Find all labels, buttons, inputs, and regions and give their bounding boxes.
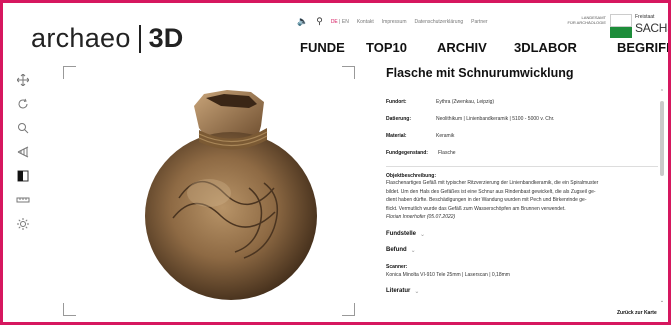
scanner-info: Scanner: Konica Minolta VI-910 Tele 25mm… <box>386 263 658 279</box>
flag-icon <box>610 14 632 38</box>
link-kontakt[interactable]: Kontakt <box>357 19 374 25</box>
meta-label: Fundort: <box>386 98 407 105</box>
sachsen-seal[interactable]: LANDESAMT FÜR ARCHÄOLOGIE Freistaat SACH… <box>566 12 668 40</box>
zoom-icon[interactable] <box>13 119 33 136</box>
description-line: dient haben dürfte. Beschädigungen in de… <box>386 197 587 203</box>
description-text: Flaschenartiges Gefäß mit typischer Ritz… <box>386 179 648 222</box>
scroll-down-icon[interactable]: ⌄ <box>659 298 665 304</box>
scroll-up-icon[interactable]: ⌃ <box>659 89 665 95</box>
section-label: Fundstelle <box>386 231 417 237</box>
viewer-corner <box>342 303 355 316</box>
logo[interactable]: archaeo 3D <box>31 23 183 54</box>
meta-value: Neolithikum | Linienbandkeramik | 5100 -… <box>436 115 555 122</box>
app-frame: archaeo 3D 🔈 ⚲ DE | EN Kontakt Impressum… <box>0 0 671 325</box>
section-fundstelle[interactable]: Fundstelle ⌄ <box>386 231 658 238</box>
lang-en[interactable]: EN <box>342 19 349 25</box>
link-datenschutz[interactable]: Datenschutzerklärung <box>415 19 464 25</box>
description-line: flickt. Vermutlich wurde das Gefäß zum W… <box>386 205 566 212</box>
section-literatur[interactable]: Literatur ⌄ <box>386 288 658 295</box>
chevron-down-icon: ⌄ <box>420 231 426 238</box>
light-icon[interactable] <box>13 215 33 232</box>
nav-begriffe[interactable]: BEGRIFFE <box>617 40 668 55</box>
nav-funde[interactable]: FUNDE <box>300 40 366 55</box>
archaeologie-label: FÜR ARCHÄOLOGIE <box>567 20 606 25</box>
viewer-corner <box>63 303 76 316</box>
lang-separator: | <box>339 18 341 25</box>
link-partner[interactable]: Partner <box>471 19 487 25</box>
logo-divider <box>138 24 141 53</box>
contrast-icon[interactable] <box>13 167 33 184</box>
meta-label: Fundgegenstand: <box>386 149 428 156</box>
section-label: Literatur <box>386 288 411 294</box>
section-label: Befund <box>386 247 407 253</box>
description-line: bildet. Um den Hals des Gefäßes ist eine… <box>386 188 596 195</box>
rotate-icon[interactable] <box>13 95 33 112</box>
search-icon[interactable]: ⚲ <box>316 16 323 27</box>
meta-value: Eythra (Zwenkau, Leipzig) <box>436 98 495 105</box>
chevron-down-icon: ⌄ <box>410 247 416 254</box>
meta-label: Material: <box>386 132 407 139</box>
audio-icon[interactable]: 🔈 <box>297 16 308 27</box>
logo-text-3d: 3D <box>148 23 184 53</box>
main-nav: FUNDE TOP10 ARCHIV 3DLABOR BEGRIFFE <box>300 40 668 55</box>
language-switch: DE | EN <box>331 19 349 25</box>
measure-icon[interactable] <box>13 191 33 208</box>
meta-row-datierung: Datierung: Neolithikum | Linienbandkeram… <box>386 110 658 127</box>
lang-de[interactable]: DE <box>331 19 338 25</box>
chevron-down-icon: ⌄ <box>414 288 420 295</box>
viewer-corner <box>342 66 355 79</box>
freistaat-label: Freistaat <box>635 14 655 20</box>
nav-3dlabor[interactable]: 3DLABOR <box>514 40 617 55</box>
meta-label: Datierung: <box>386 115 411 122</box>
scanner-label: Scanner: <box>386 263 408 270</box>
utility-bar: 🔈 ⚲ DE | EN Kontakt Impressum Datenschut… <box>297 16 488 27</box>
meta-row-fundort: Fundort: Eythra (Zwenkau, Leipzig) <box>386 93 658 110</box>
meta-value: Keramik <box>436 132 455 139</box>
panel-scrollbar[interactable]: ⌃ ⌄ <box>659 89 665 304</box>
meta-row-fundgegenstand: Fundgegenstand: Flasche <box>386 144 658 161</box>
meta-row-material: Material: Keramik <box>386 127 658 144</box>
landesamt-text: LANDESAMT FÜR ARCHÄOLOGIE <box>566 15 606 25</box>
object-title: Flasche mit Schnurumwicklung <box>386 66 574 80</box>
link-impressum[interactable]: Impressum <box>382 19 407 25</box>
scrollbar-thumb[interactable] <box>660 101 664 176</box>
sachsen-label: SACHSEN <box>635 21 668 35</box>
move-icon[interactable] <box>13 71 33 88</box>
3d-viewer[interactable] <box>63 66 355 316</box>
description-line: Flaschenartiges Gefäß mit typischer Ritz… <box>386 180 599 186</box>
viewer-toolbar <box>13 71 33 239</box>
scanner-value: Konica Minolta VI-910 Tele 25mm | Lasers… <box>386 271 510 278</box>
object-detail-panel: Flasche mit Schnurumwicklung Fundort: Ey… <box>386 66 658 322</box>
description-author: Florian Innerhofer (05.07.2022) <box>386 214 456 220</box>
object-meta: Fundort: Eythra (Zwenkau, Leipzig) Datie… <box>386 93 658 161</box>
logo-text-archaeo: archaeo <box>31 23 131 53</box>
perspective-icon[interactable] <box>13 143 33 160</box>
nav-top10[interactable]: TOP10 <box>366 40 437 55</box>
section-befund[interactable]: Befund ⌄ <box>386 247 658 254</box>
nav-archiv[interactable]: ARCHIV <box>437 40 514 55</box>
divider <box>386 166 658 167</box>
viewer-corner <box>63 66 76 79</box>
vessel-3d-model[interactable] <box>139 88 319 303</box>
meta-value: Flasche <box>438 149 456 156</box>
back-to-map-link[interactable]: Zurück zur Karte <box>617 310 657 316</box>
